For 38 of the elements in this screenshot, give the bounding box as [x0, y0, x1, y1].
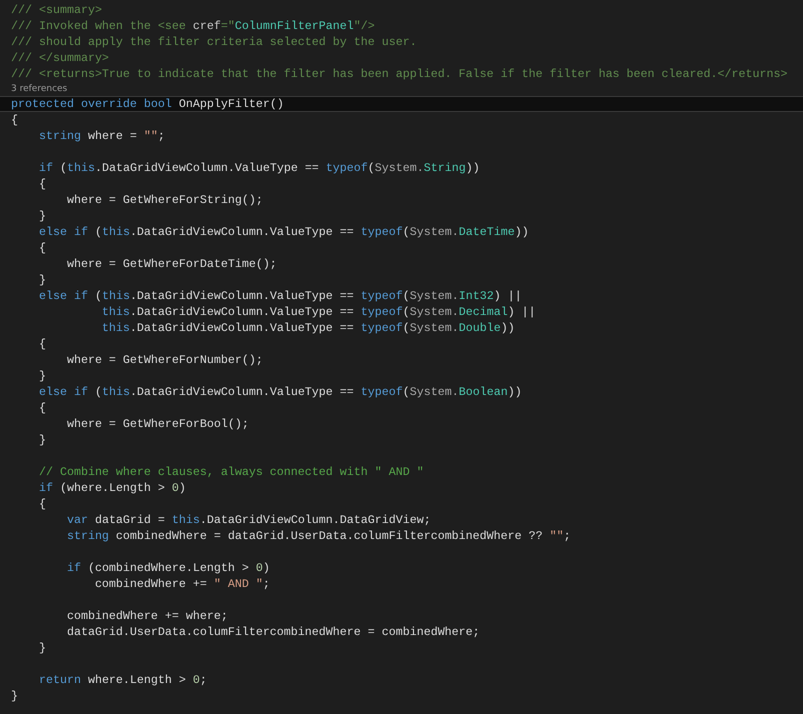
- code-line: this.DataGridViewColumn.ValueType == typeof(System.Decimal) ||: [100, 304, 537, 320]
- code-line: where = GetWhereForDateTime();: [66, 256, 278, 272]
- code-line: {: [38, 496, 47, 512]
- code-line: combinedWhere += where;: [66, 608, 229, 624]
- code-line: // Combine where clauses, always connected with " AND ": [38, 464, 425, 480]
- code-line: {: [38, 240, 47, 256]
- code-line: if (this.DataGridViewColumn.ValueType == typeof(System.String)): [38, 160, 481, 176]
- code-line: this.DataGridViewColumn.ValueType == typeof(System.Double)): [100, 320, 516, 336]
- code-line: /// Invoked when the <see cref="ColumnFilterPanel"/>: [10, 18, 376, 34]
- code-line: combinedWhere += " AND ";: [94, 576, 271, 592]
- code-line: /// <returns>True to indicate that the filter has been applied. False if the filter has been cleared.</returns>: [10, 66, 788, 82]
- code-line: /// <summary>: [10, 2, 103, 18]
- code-line: /// </summary>: [10, 50, 110, 66]
- code-line: }: [38, 640, 47, 656]
- code-line: if (where.Length > 0): [38, 480, 187, 496]
- code-line: else if (this.DataGridViewColumn.ValueType == typeof(System.Boolean)): [38, 384, 523, 400]
- code-line: {: [38, 176, 47, 192]
- code-line: var dataGrid = this.DataGridViewColumn.DataGridView;: [66, 512, 432, 528]
- code-line: {: [10, 112, 19, 128]
- code-line: return where.Length > 0;: [38, 672, 208, 688]
- code-line: }: [38, 368, 47, 384]
- references-link[interactable]: 3 references: [0, 82, 803, 96]
- code-line: string where = "";: [38, 128, 166, 144]
- code-line: else if (this.DataGridViewColumn.ValueType == typeof(System.DateTime)): [38, 224, 530, 240]
- code-line: /// should apply the filter criteria selected by the user.: [10, 34, 418, 50]
- code-line: where = GetWhereForString();: [66, 192, 264, 208]
- code-line: where = GetWhereForNumber();: [66, 352, 264, 368]
- code-line: }: [10, 688, 19, 704]
- code-line: dataGrid.UserData.columFiltercombinedWhere = combinedWhere;: [66, 624, 481, 640]
- code-line: {: [38, 336, 47, 352]
- code-line: {: [38, 400, 47, 416]
- code-line: }: [38, 432, 47, 448]
- code-line: if (combinedWhere.Length > 0): [66, 560, 271, 576]
- code-line: string combinedWhere = dataGrid.UserData.columFiltercombinedWhere ?? "";: [66, 528, 572, 544]
- code-line: else if (this.DataGridViewColumn.ValueType == typeof(System.Int32) ||: [38, 288, 523, 304]
- code-line: }: [38, 208, 47, 224]
- code-line: where = GetWhereForBool();: [66, 416, 250, 432]
- code-line: }: [38, 272, 47, 288]
